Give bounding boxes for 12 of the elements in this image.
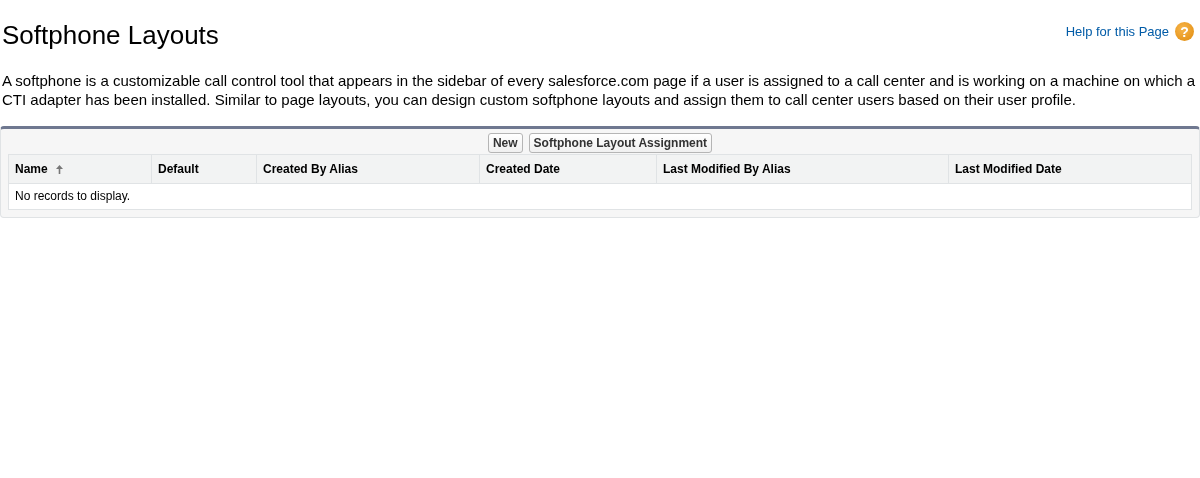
column-header[interactable]: Created By Alias — [256, 155, 479, 183]
column-header[interactable]: Name — [9, 155, 151, 183]
empty-message: No records to display. — [14, 188, 132, 205]
toolbar-button[interactable]: Softphone Layout Assignment — [528, 133, 713, 153]
column-header[interactable]: Last Modified Date — [948, 155, 1191, 183]
page-title: Softphone Layouts — [2, 20, 219, 51]
column-header[interactable]: Last Modified By Alias — [656, 155, 948, 183]
help-link[interactable]: Help for this Page — [1065, 24, 1169, 39]
toolbar-button[interactable]: New — [487, 133, 523, 153]
page-description: A softphone is a customizable call control tool that appears in the sidebar of every salesforce.com page if a user is assigned to a call center and is working on a machine on which a CTI adapter has been installed. Similar to page layouts, you can design custom softphone layouts and assign them to call center users based on their user profile. — [2, 71, 1197, 109]
column-header[interactable]: Default — [151, 155, 256, 183]
column-header[interactable]: Created Date — [479, 155, 656, 183]
